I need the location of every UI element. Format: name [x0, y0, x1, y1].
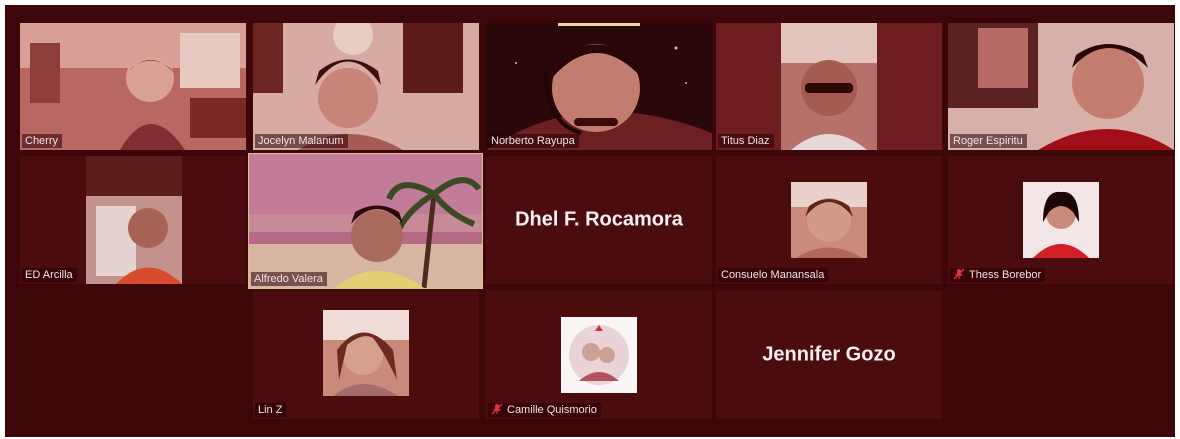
video-tile-titus-diaz[interactable]: Titus Diaz	[716, 23, 942, 150]
participant-name: Alfredo Valera	[251, 272, 327, 286]
video-tile-alfredo-valera[interactable]: Alfredo Valera	[248, 153, 483, 289]
participant-display-name: Jennifer Gozo	[762, 343, 896, 366]
participant-name: Cherry	[22, 134, 63, 148]
participant-name: Thess Borebor	[950, 268, 1046, 282]
video-feed	[948, 23, 1174, 150]
video-feed	[486, 23, 712, 150]
participant-name: Camille Quismorio	[488, 403, 601, 417]
profile-picture	[1023, 182, 1099, 258]
video-tile-consuelo-manansala[interactable]: Consuelo Manansala	[716, 156, 942, 284]
profile-picture	[561, 317, 637, 393]
video-feed	[20, 23, 246, 150]
mic-muted-icon	[491, 403, 503, 415]
participant-name: Jocelyn Malanum	[255, 134, 348, 148]
video-feed	[253, 23, 479, 150]
video-tile-norberto-rayupa[interactable]: Norberto Rayupa	[486, 23, 712, 150]
speaking-indicator	[558, 23, 640, 26]
video-feed	[249, 154, 482, 288]
video-tile-camille-quismorio[interactable]: Camille Quismorio	[486, 291, 712, 419]
video-tile-cherry[interactable]: Cherry	[20, 23, 246, 150]
profile-picture	[323, 310, 409, 396]
video-tile-jennifer-gozo[interactable]: Jennifer Gozo	[716, 291, 942, 419]
video-feed	[781, 23, 877, 150]
participant-name: Titus Diaz	[718, 134, 774, 148]
participant-name: Norberto Rayupa	[488, 134, 579, 148]
video-feed	[86, 156, 182, 284]
mic-muted-icon	[953, 268, 965, 280]
video-tile-ed-arcilla[interactable]: ED Arcilla	[20, 156, 246, 284]
participant-display-name: Dhel F. Rocamora	[515, 208, 683, 231]
video-tile-dhel-rocamora[interactable]: Dhel F. Rocamora	[486, 156, 712, 284]
participant-name: Roger Espiritu	[950, 134, 1027, 148]
gallery-view: Cherry Jocelyn Malanum Norberto Rayupa T…	[5, 5, 1175, 437]
profile-picture	[791, 182, 867, 258]
video-tile-jocelyn-malanum[interactable]: Jocelyn Malanum	[253, 23, 479, 150]
video-tile-roger-espiritu[interactable]: Roger Espiritu	[948, 23, 1174, 150]
video-tile-lin-z[interactable]: Lin Z	[253, 291, 479, 419]
participant-name: Consuelo Manansala	[718, 268, 829, 282]
participant-name: Lin Z	[255, 403, 287, 417]
participant-name: ED Arcilla	[22, 268, 77, 282]
video-tile-thess-borebor[interactable]: Thess Borebor	[948, 156, 1174, 284]
